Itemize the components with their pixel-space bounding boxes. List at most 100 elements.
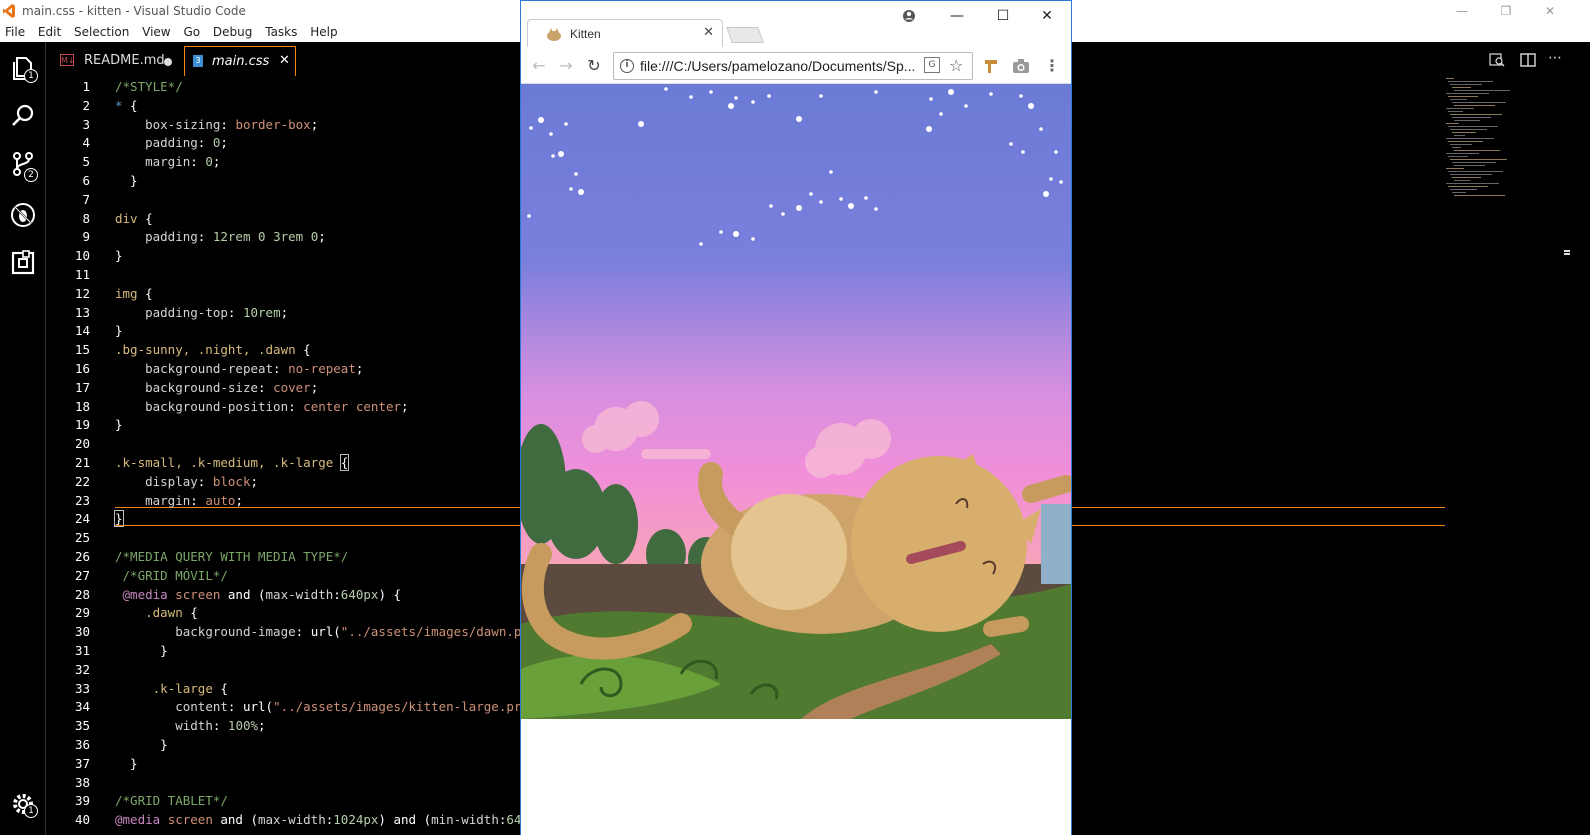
code-text[interactable]: * { [115,96,138,115]
code-text[interactable]: @media screen and (max-width:640px) { [115,585,401,604]
maximize-icon[interactable]: ☐ [991,7,1015,25]
menu-go[interactable]: Go [183,23,200,39]
line-number: 10 [74,248,90,264]
minimap-line [1448,81,1493,82]
code-text[interactable]: width: 100%; [115,716,265,735]
code-text[interactable]: padding: 12rem 0 3rem 0; [115,227,326,246]
menu-help[interactable]: Help [310,23,337,39]
code-text[interactable]: /*MEDIA QUERY WITH MEDIA TYPE*/ [115,547,348,566]
code-text[interactable]: background-size: cover; [115,378,318,397]
code-text[interactable]: content: url("../assets/images/kitten-la… [115,697,521,716]
tab-main-css[interactable]: 3 main.css ✕ [184,46,296,76]
back-icon[interactable]: ← [529,56,549,76]
code-text[interactable]: background-position: center center; [115,397,408,416]
code-text[interactable]: margin: auto; [115,491,243,510]
browser-menu-icon[interactable]: ⋮ [1042,56,1062,76]
line-number: 39 [74,793,90,809]
line-number: 20 [74,436,90,452]
screenshot-camera-icon[interactable] [1011,56,1031,76]
translate-icon[interactable]: G [924,57,940,73]
open-preview-icon[interactable] [1489,52,1505,68]
menu-file[interactable]: File [5,23,25,39]
menu-edit[interactable]: Edit [38,23,61,39]
code-text[interactable]: padding: 0; [115,133,228,152]
star [1021,150,1025,154]
close-tab-icon[interactable]: ✕ [279,53,290,68]
line-number: 31 [74,643,90,658]
code-text[interactable]: /*GRID TABLET*/ [115,791,228,810]
tab-readme[interactable]: M↓ README.md [51,46,183,76]
code-text[interactable]: div { [115,209,153,228]
minimap-line [1446,138,1494,139]
split-editor-icon[interactable] [1520,52,1536,68]
line-number: 1 [82,79,90,94]
new-tab-button[interactable] [726,27,764,43]
line-number: 34 [74,699,90,715]
minimap-line [1446,78,1454,79]
line-number: 13 [74,304,90,320]
more-actions-icon[interactable]: ⋯ [1548,50,1562,66]
code-text[interactable]: box-sizing: border-box; [115,115,318,134]
code-text[interactable]: } [114,509,124,528]
restore-icon[interactable]: ❐ [1496,2,1516,20]
code-text[interactable]: background-repeat: no-repeat; [115,359,363,378]
code-text[interactable]: @media screen and (max-width:1024px) and… [115,810,521,829]
unsaved-dot-icon[interactable] [164,58,172,66]
code-text[interactable]: } [115,754,138,773]
menu-debug[interactable]: Debug [213,23,252,39]
code-text[interactable]: } [115,735,168,754]
debug-icon[interactable] [9,201,37,229]
css-icon: 3 [193,55,203,67]
minimap-line [1452,102,1506,103]
close-tab-icon[interactable]: ✕ [703,25,714,40]
code-text[interactable]: /*GRID MÓVIL*/ [115,566,228,585]
star [939,112,943,116]
browser-tab-kitten[interactable]: Kitten ✕ [527,19,723,47]
code-text[interactable]: img { [115,284,153,303]
minimap-line [1448,141,1483,142]
extensions-icon[interactable] [9,249,37,277]
star [578,189,584,195]
close-window-icon[interactable]: ✕ [1035,7,1059,25]
line-number: 9 [82,229,90,245]
code-text[interactable]: .k-large { [115,679,228,698]
extension-hammer-icon[interactable] [981,56,1001,76]
code-text[interactable]: background-image: url("../assets/images/… [115,622,521,641]
code-text[interactable]: } [115,171,138,190]
minimap[interactable] [1444,78,1534,208]
profile-icon[interactable] [897,7,921,25]
code-text[interactable]: padding-top: 10rem; [115,303,288,322]
close-icon[interactable]: ✕ [1540,2,1560,20]
line-number: 33 [74,680,90,696]
site-info-icon[interactable]: i [620,59,634,73]
reload-icon[interactable]: ↻ [584,56,604,76]
line-number: 25 [74,530,90,546]
star [767,94,771,98]
menu-selection[interactable]: Selection [74,23,129,39]
search-icon[interactable] [9,102,37,130]
code-text[interactable]: } [115,246,123,265]
forward-icon[interactable]: → [556,56,576,76]
bookmark-star-icon[interactable]: ☆ [949,56,963,75]
menu-view[interactable]: View [142,23,170,39]
code-text[interactable]: display: block; [115,472,258,491]
code-text[interactable]: } [115,415,123,434]
menu-tasks[interactable]: Tasks [265,23,297,39]
star [819,200,823,204]
line-number: 5 [82,154,90,170]
minimize-icon[interactable]: — [1452,2,1472,20]
star [1009,142,1013,146]
address-bar[interactable]: i file:///C:/Users/pamelozano/Documents/… [613,52,973,80]
code-text[interactable]: .dawn { [115,603,198,622]
code-text[interactable]: .k-small, .k-medium, .k-large { [115,453,350,472]
activity-bar: 1 2 1 [0,42,46,835]
star [709,90,713,94]
code-text[interactable]: .bg-sunny, .night, .dawn { [115,340,311,359]
code-text[interactable]: } [115,321,123,340]
code-text[interactable]: } [115,641,168,660]
minimize-icon[interactable]: — [945,7,969,25]
code-text[interactable]: margin: 0; [115,152,220,171]
minimap-line [1448,96,1478,97]
code-text[interactable]: /*STYLE*/ [115,77,183,96]
scrollbar-marker [1564,250,1570,252]
